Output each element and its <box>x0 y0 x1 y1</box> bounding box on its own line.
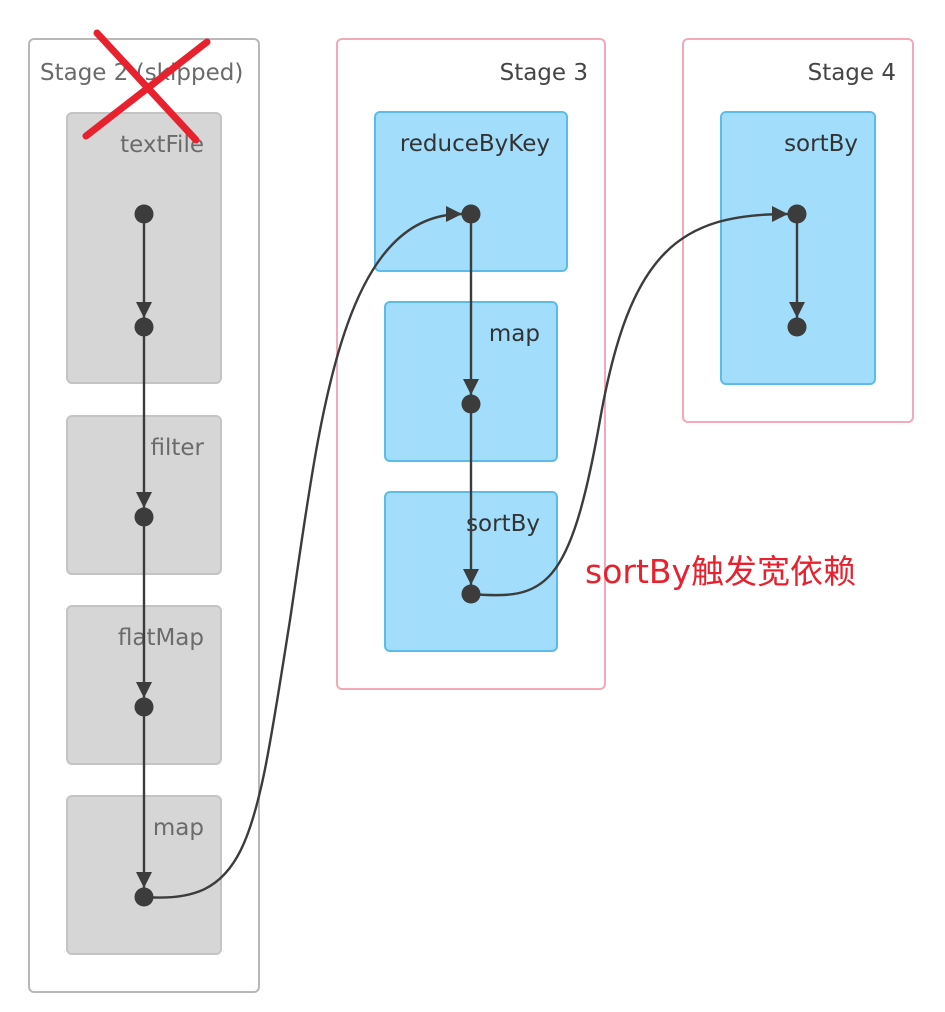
op-sortby-stage3-label: sortBy <box>466 511 540 537</box>
op-sortby-stage4-label: sortBy <box>784 131 858 157</box>
stage-4-title: Stage 4 <box>807 60 896 86</box>
op-map-stage3-label: map <box>488 321 540 347</box>
stage-3-title: Stage 3 <box>499 60 588 86</box>
op-filter-box[interactable]: filter <box>66 415 222 575</box>
stage-2-title: Stage 2 (skipped) <box>40 60 244 86</box>
op-flatmap-box[interactable]: flatMap <box>66 605 222 765</box>
op-map-stage2-box[interactable]: map <box>66 795 222 955</box>
op-textfile-label: textFile <box>120 132 204 158</box>
op-map-stage2-label: map <box>152 815 204 841</box>
op-map-stage3-box[interactable]: map <box>384 301 558 462</box>
op-sortby-stage3-box[interactable]: sortBy <box>384 491 558 652</box>
op-sortby-stage4-box[interactable]: sortBy <box>720 111 876 385</box>
op-filter-label: filter <box>150 435 204 461</box>
op-reducebykey-box[interactable]: reduceByKey <box>374 111 568 272</box>
op-textfile-box[interactable]: textFile <box>66 112 222 384</box>
op-flatmap-label: flatMap <box>117 625 204 651</box>
wide-dependency-annotation: sortBy触发宽依赖 <box>585 552 857 591</box>
op-reducebykey-label: reduceByKey <box>399 131 550 157</box>
